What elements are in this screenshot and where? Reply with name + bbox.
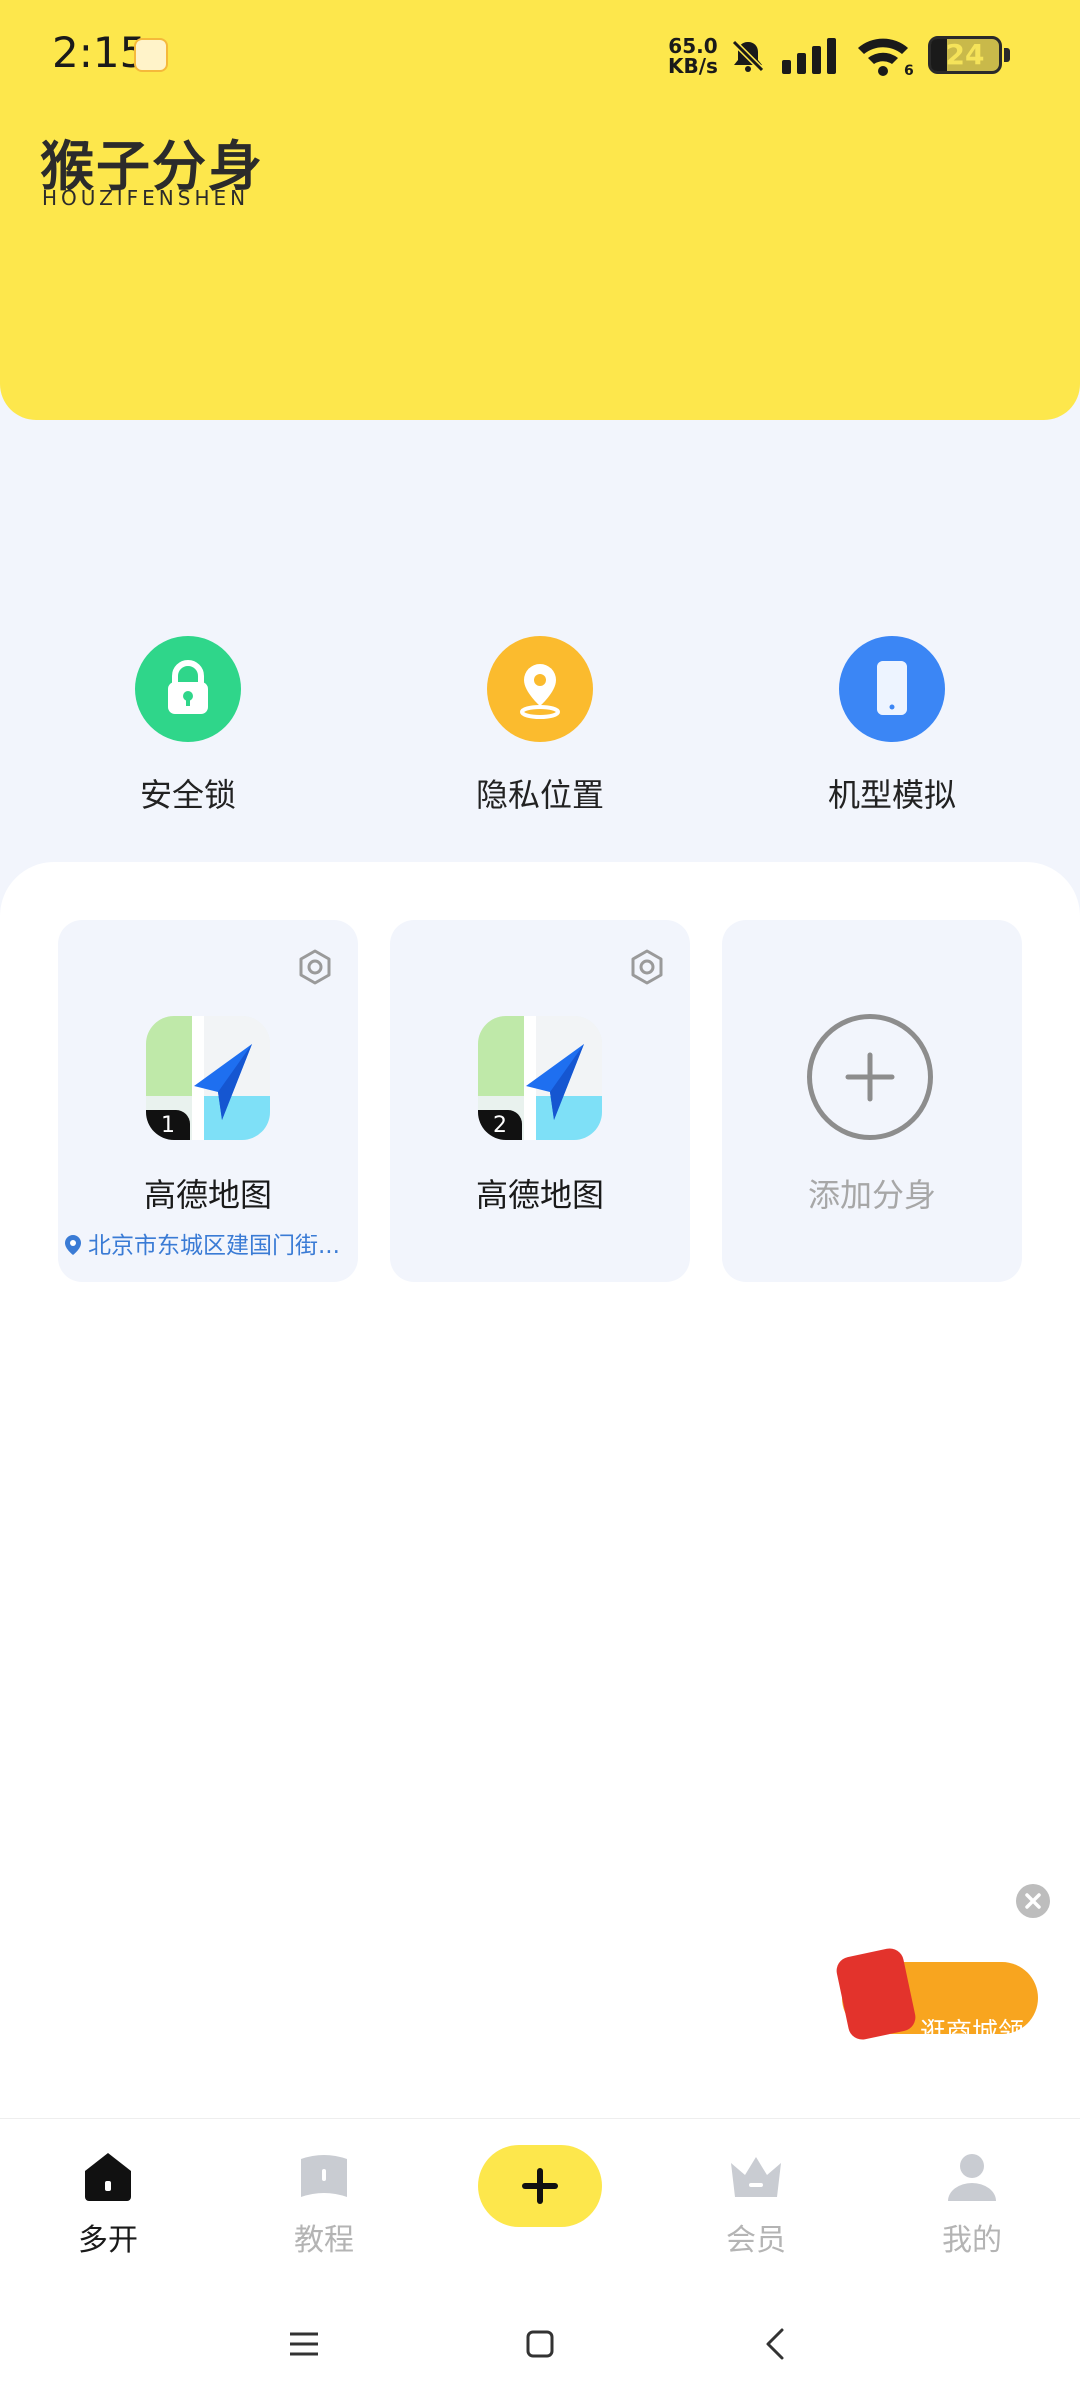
nav-label: 教程	[294, 2223, 354, 2258]
add-circle-icon	[807, 1014, 933, 1140]
status-time: 2:15	[52, 28, 147, 77]
amap-app-icon: 1	[146, 1016, 270, 1140]
net-speed-unit: KB/s	[668, 54, 718, 78]
clone-card[interactable]: 1 高德地图 北京市东城区建国门街...	[58, 920, 358, 1282]
wifi-label: 6	[904, 63, 914, 76]
book-icon	[301, 2155, 347, 2197]
nav-item-multi-open[interactable]: 多开	[38, 2149, 178, 2259]
status-bar: 2:15 65.0 KB/s 6 24	[0, 0, 1080, 110]
location-pin-icon	[65, 1235, 81, 1255]
menu-icon[interactable]	[284, 2324, 324, 2364]
feature-label: 隐私位置	[475, 776, 604, 814]
lock-icon	[135, 636, 241, 742]
logo-subtitle: HOUZIFENSHEN	[42, 186, 250, 210]
back-icon[interactable]	[756, 2324, 796, 2364]
clone-badge: 2	[478, 1110, 522, 1140]
add-clone-label: 添加分身	[807, 1176, 936, 1214]
feature-label: 安全锁	[139, 776, 236, 814]
signal-icon	[782, 38, 836, 74]
battery-icon: 24	[928, 36, 1002, 74]
nav-item-membership[interactable]: 会员	[686, 2149, 826, 2259]
nav-label: 会员	[726, 2223, 786, 2258]
settings-gear-icon[interactable]	[628, 948, 666, 986]
bell-muted-icon	[731, 39, 765, 73]
add-clone-card[interactable]: 添加分身	[722, 920, 1022, 1282]
feature-security-lock[interactable]: 安全锁	[78, 636, 298, 816]
nav-label: 多开	[78, 2223, 138, 2258]
feature-device-simulation[interactable]: 机型模拟	[782, 636, 1002, 816]
system-nav-bar	[0, 2296, 1080, 2400]
plus-icon	[522, 2168, 558, 2204]
crown-icon	[731, 2157, 781, 2197]
clone-location: 北京市东城区建国门街...	[64, 1226, 354, 1260]
feature-label: 机型模拟	[827, 776, 956, 814]
net-speed-value: 65.0	[668, 34, 718, 58]
nav-label: 我的	[942, 2223, 1002, 2258]
user-icon	[948, 2154, 996, 2201]
clone-app-name: 高德地图	[475, 1176, 604, 1214]
promo-text: 逛商城领	[920, 2018, 1025, 2048]
home-square-icon[interactable]	[520, 2324, 560, 2364]
promo-close-icon[interactable]	[1016, 1884, 1050, 1918]
monkey-app-icon	[134, 38, 168, 72]
clone-badge: 1	[146, 1110, 190, 1140]
clone-location-text: 北京市东城区建国门街...	[88, 1233, 340, 1259]
add-center-button[interactable]	[478, 2145, 602, 2227]
amap-app-icon: 2	[478, 1016, 602, 1140]
settings-gear-icon[interactable]	[296, 948, 334, 986]
location-pin-icon	[487, 636, 593, 742]
home-icon	[85, 2153, 131, 2201]
battery-nub	[1004, 48, 1010, 62]
nav-item-profile[interactable]: 我的	[902, 2149, 1042, 2259]
nav-item-tutorial[interactable]: 教程	[254, 2149, 394, 2259]
battery-level: 24	[945, 38, 985, 71]
clone-card[interactable]: 2 高德地图	[390, 920, 690, 1282]
clone-app-name: 高德地图	[143, 1176, 272, 1214]
net-speed: 65.0 KB/s	[668, 36, 718, 76]
wifi-icon: 6	[858, 38, 914, 76]
phone-icon	[839, 636, 945, 742]
feature-privacy-location[interactable]: 隐私位置	[430, 636, 650, 816]
